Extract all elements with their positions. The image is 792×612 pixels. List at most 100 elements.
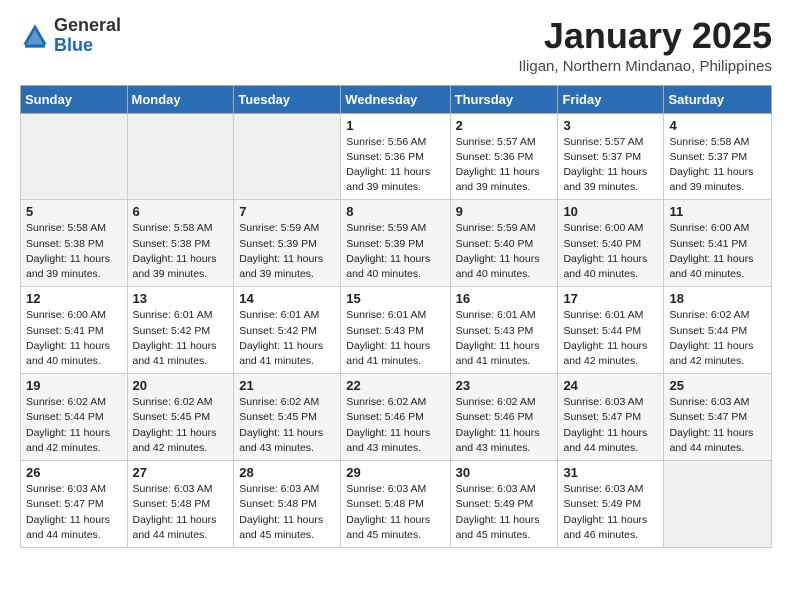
day-number: 28: [239, 465, 335, 480]
calendar-cell: 31Sunrise: 6:03 AM Sunset: 5:49 PM Dayli…: [558, 461, 664, 548]
calendar-cell: 18 Sunrise: 6:02 AM Sunset: 5:44 PM Dayli…: [664, 287, 772, 374]
day-header-sunday: Sunday: [21, 85, 128, 113]
day-detail: Sunrise: 6:01 AM Sunset: 5:42 PM Dayligh…: [239, 308, 335, 369]
day-detail: Sunrise: 5:57 AM Sunset: 5:36 PM Dayligh…: [456, 135, 553, 196]
day-number: 24: [563, 378, 658, 393]
logo-blue: Blue: [54, 35, 93, 55]
day-header-wednesday: Wednesday: [341, 85, 450, 113]
logo: General Blue: [20, 16, 121, 56]
day-detail: Sunrise: 6:02 AM Sunset: 5:44 PM Dayligh…: [669, 308, 766, 369]
day-detail: Sunrise: 6:01 AM Sunset: 5:43 PM Dayligh…: [456, 308, 553, 369]
calendar-cell: 1 Sunrise: 5:56 AM Sunset: 5:36 PM Daylig…: [341, 113, 450, 200]
day-detail: Sunrise: 5:57 AM Sunset: 5:37 PM Dayligh…: [563, 135, 658, 196]
calendar-cell: 9Sunrise: 5:59 AM Sunset: 5:40 PM Daylig…: [450, 200, 558, 287]
logo-text: General Blue: [54, 16, 121, 56]
day-header-saturday: Saturday: [664, 85, 772, 113]
calendar-cell: [21, 113, 128, 200]
calendar-cell: 6 Sunrise: 5:58 AM Sunset: 5:38 PM Daylig…: [127, 200, 234, 287]
day-detail: Sunrise: 5:58 AM Sunset: 5:38 PM Dayligh…: [26, 221, 122, 282]
day-number: 20: [133, 378, 229, 393]
calendar-cell: 23 Sunrise: 6:02 AM Sunset: 5:46 PM Dayli…: [450, 374, 558, 461]
day-detail: Sunrise: 5:59 AM Sunset: 5:39 PM Dayligh…: [239, 221, 335, 282]
calendar-cell: 27Sunrise: 6:03 AM Sunset: 5:48 PM Dayli…: [127, 461, 234, 548]
day-number: 27: [133, 465, 229, 480]
logo-general: General: [54, 15, 121, 35]
calendar-cell: 24 Sunrise: 6:03 AM Sunset: 5:47 PM Dayli…: [558, 374, 664, 461]
header-row: SundayMondayTuesdayWednesdayThursdayFrid…: [21, 85, 772, 113]
calendar-cell: 11 Sunrise: 6:00 AM Sunset: 5:41 PM Dayli…: [664, 200, 772, 287]
day-detail: Sunrise: 6:03 AM Sunset: 5:48 PM Dayligh…: [239, 482, 335, 543]
day-detail: Sunrise: 6:03 AM Sunset: 5:47 PM Dayligh…: [563, 395, 658, 456]
day-detail: Sunrise: 6:00 AM Sunset: 5:41 PM Dayligh…: [26, 308, 122, 369]
day-number: 31: [563, 465, 658, 480]
day-number: 13: [133, 291, 229, 306]
day-number: 4: [669, 118, 766, 133]
calendar-cell: 30Sunrise: 6:03 AM Sunset: 5:49 PM Dayli…: [450, 461, 558, 548]
calendar-cell: 21 Sunrise: 6:02 AM Sunset: 5:45 PM Dayli…: [234, 374, 341, 461]
day-number: 18: [669, 291, 766, 306]
day-number: 7: [239, 204, 335, 219]
calendar-cell: 8Sunrise: 5:59 AM Sunset: 5:39 PM Daylig…: [341, 200, 450, 287]
calendar-cell: 20 Sunrise: 6:02 AM Sunset: 5:45 PM Dayli…: [127, 374, 234, 461]
day-detail: Sunrise: 6:01 AM Sunset: 5:42 PM Dayligh…: [133, 308, 229, 369]
calendar-table: SundayMondayTuesdayWednesdayThursdayFrid…: [20, 85, 772, 548]
calendar-cell: [234, 113, 341, 200]
day-number: 10: [563, 204, 658, 219]
day-number: 19: [26, 378, 122, 393]
day-number: 22: [346, 378, 444, 393]
day-number: 12: [26, 291, 122, 306]
day-number: 25: [669, 378, 766, 393]
day-number: 21: [239, 378, 335, 393]
calendar-week-2: 5Sunrise: 5:58 AM Sunset: 5:38 PM Daylig…: [21, 200, 772, 287]
day-number: 16: [456, 291, 553, 306]
location: Iligan, Northern Mindanao, Philippines: [519, 58, 772, 75]
calendar-cell: 4 Sunrise: 5:58 AM Sunset: 5:37 PM Daylig…: [664, 113, 772, 200]
day-detail: Sunrise: 5:58 AM Sunset: 5:38 PM Dayligh…: [133, 221, 229, 282]
calendar-cell: 26Sunrise: 6:03 AM Sunset: 5:47 PM Dayli…: [21, 461, 128, 548]
calendar-cell: 15Sunrise: 6:01 AM Sunset: 5:43 PM Dayli…: [341, 287, 450, 374]
day-detail: Sunrise: 6:00 AM Sunset: 5:41 PM Dayligh…: [669, 221, 766, 282]
month-title: January 2025: [519, 16, 772, 56]
calendar-cell: 13 Sunrise: 6:01 AM Sunset: 5:42 PM Dayli…: [127, 287, 234, 374]
day-detail: Sunrise: 6:02 AM Sunset: 5:45 PM Dayligh…: [239, 395, 335, 456]
day-number: 14: [239, 291, 335, 306]
day-detail: Sunrise: 6:03 AM Sunset: 5:49 PM Dayligh…: [456, 482, 553, 543]
day-number: 11: [669, 204, 766, 219]
day-number: 29: [346, 465, 444, 480]
calendar-week-1: 1 Sunrise: 5:56 AM Sunset: 5:36 PM Daylig…: [21, 113, 772, 200]
day-detail: Sunrise: 6:02 AM Sunset: 5:45 PM Dayligh…: [133, 395, 229, 456]
calendar-cell: 25 Sunrise: 6:03 AM Sunset: 5:47 PM Dayli…: [664, 374, 772, 461]
day-detail: Sunrise: 5:58 AM Sunset: 5:37 PM Dayligh…: [669, 135, 766, 196]
day-detail: Sunrise: 6:01 AM Sunset: 5:44 PM Dayligh…: [563, 308, 658, 369]
day-detail: Sunrise: 5:59 AM Sunset: 5:40 PM Dayligh…: [456, 221, 553, 282]
calendar-week-3: 12 Sunrise: 6:00 AM Sunset: 5:41 PM Dayli…: [21, 287, 772, 374]
day-number: 23: [456, 378, 553, 393]
main-container: General Blue January 2025 Iligan, Northe…: [0, 0, 792, 558]
calendar-cell: 3 Sunrise: 5:57 AM Sunset: 5:37 PM Daylig…: [558, 113, 664, 200]
day-detail: Sunrise: 6:00 AM Sunset: 5:40 PM Dayligh…: [563, 221, 658, 282]
day-detail: Sunrise: 6:03 AM Sunset: 5:47 PM Dayligh…: [669, 395, 766, 456]
calendar-cell: 29 Sunrise: 6:03 AM Sunset: 5:48 PM Dayli…: [341, 461, 450, 548]
day-number: 3: [563, 118, 658, 133]
day-header-friday: Friday: [558, 85, 664, 113]
calendar-cell: 10 Sunrise: 6:00 AM Sunset: 5:40 PM Dayli…: [558, 200, 664, 287]
calendar-cell: 5Sunrise: 5:58 AM Sunset: 5:38 PM Daylig…: [21, 200, 128, 287]
calendar-body: 1 Sunrise: 5:56 AM Sunset: 5:36 PM Daylig…: [21, 113, 772, 547]
calendar-cell: 2 Sunrise: 5:57 AM Sunset: 5:36 PM Daylig…: [450, 113, 558, 200]
calendar-week-5: 26Sunrise: 6:03 AM Sunset: 5:47 PM Dayli…: [21, 461, 772, 548]
day-detail: Sunrise: 5:56 AM Sunset: 5:36 PM Dayligh…: [346, 135, 444, 196]
day-number: 1: [346, 118, 444, 133]
calendar-cell: 19Sunrise: 6:02 AM Sunset: 5:44 PM Dayli…: [21, 374, 128, 461]
calendar-cell: [127, 113, 234, 200]
day-number: 6: [133, 204, 229, 219]
day-detail: Sunrise: 6:02 AM Sunset: 5:46 PM Dayligh…: [456, 395, 553, 456]
calendar-cell: 16 Sunrise: 6:01 AM Sunset: 5:43 PM Dayli…: [450, 287, 558, 374]
day-number: 2: [456, 118, 553, 133]
calendar-cell: [664, 461, 772, 548]
calendar-week-4: 19Sunrise: 6:02 AM Sunset: 5:44 PM Dayli…: [21, 374, 772, 461]
day-detail: Sunrise: 6:03 AM Sunset: 5:48 PM Dayligh…: [346, 482, 444, 543]
day-header-tuesday: Tuesday: [234, 85, 341, 113]
day-number: 15: [346, 291, 444, 306]
day-detail: Sunrise: 6:03 AM Sunset: 5:47 PM Dayligh…: [26, 482, 122, 543]
calendar-cell: 28 Sunrise: 6:03 AM Sunset: 5:48 PM Dayli…: [234, 461, 341, 548]
